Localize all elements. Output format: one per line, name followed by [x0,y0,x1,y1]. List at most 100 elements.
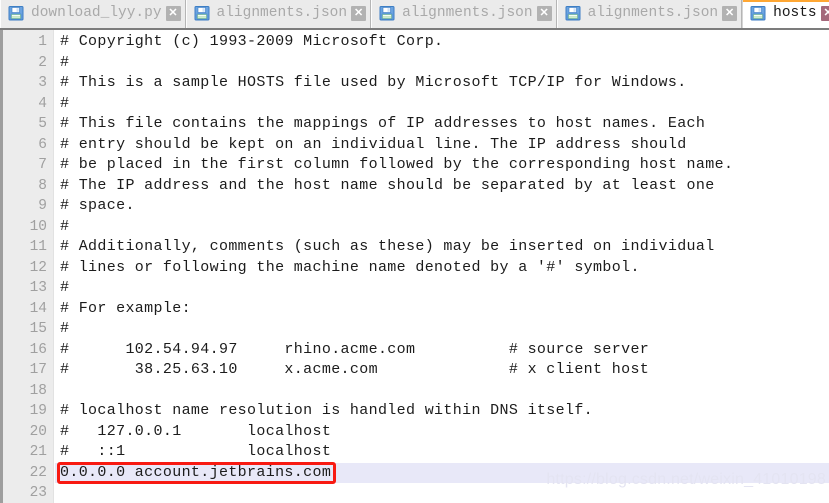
code-line-text: # 38.25.63.10 x.acme.com # x client host [60,361,650,378]
tab-close-icon[interactable]: ✕ [351,5,367,21]
code-line-background: # entry should be kept on an individual … [55,135,829,156]
code-line-background: # The IP address and the host name shoul… [55,176,829,197]
line-number: 12 [29,259,47,276]
code-line-background: # 102.54.94.97 rhino.acme.com # source s… [55,340,829,361]
tab-hosts[interactable]: hosts ✕ [742,0,829,28]
code-line-text: # 127.0.0.1 localhost [60,422,332,440]
code-line[interactable]: 21 # ::1 localhost [3,442,829,463]
tab-label: alignments.json [587,5,719,21]
code-line[interactable]: 18 [3,381,829,402]
tab-close-icon[interactable]: ✕ [722,5,738,21]
code-line-text: # [60,217,70,235]
code-line-text: # This is a sample HOSTS file used by Mi… [60,74,687,91]
code-line-background: # lines or following the machine name de… [55,258,829,279]
tab-close-icon[interactable]: ✕ [820,5,829,21]
code-line-text: # [60,94,70,112]
line-number: 8 [38,177,47,194]
floppy-disk-icon [565,5,581,21]
code-line-background: # Additionally, comments (such as these)… [55,237,829,258]
tab-bar: download_lyy.py ✕ alignments.json ✕ alig… [0,0,829,30]
code-line[interactable]: 10 # [3,217,829,238]
tab-label: download_lyy.py [31,5,162,21]
code-line-text: 0.0.0.0 account.jetbrains.com [60,463,332,481]
code-line-text: # [60,53,70,71]
code-line[interactable]: 12 # lines or following the machine name … [3,258,829,279]
code-line-text: # For example: [60,299,191,317]
code-line[interactable]: 1 # Copyright (c) 1993-2009 Microsoft Cor… [3,32,829,53]
code-content[interactable]: 1 # Copyright (c) 1993-2009 Microsoft Cor… [3,30,829,503]
tab-alignments-json-1[interactable]: alignments.json ✕ [185,0,372,28]
line-number: 9 [38,198,47,214]
editor-window: download_lyy.py ✕ alignments.json ✕ alig… [0,0,829,503]
line-number: 1 [38,34,47,50]
code-line[interactable]: 19 # localhost name resolution is handled… [3,401,829,422]
code-line[interactable]: 5 # This file contains the mappings of IP… [3,114,829,135]
line-number: 7 [38,157,47,173]
code-line[interactable]: 8 # The IP address and the host name shou… [3,176,829,197]
code-line-text: # [60,279,70,296]
code-line[interactable]: 20 # 127.0.0.1 localhost [3,422,829,443]
line-number: 19 [29,403,47,419]
code-line-text: # 102.54.94.97 rhino.acme.com # source s… [60,340,650,358]
tab-close-icon[interactable]: ✕ [536,5,552,21]
line-number: 13 [29,280,47,296]
code-line-text: # space. [60,197,135,214]
code-line-background: # [55,217,829,238]
tab-download-lyy-py[interactable]: download_lyy.py ✕ [0,0,186,28]
line-number: 2 [38,54,47,71]
code-line-background: # 127.0.0.1 localhost [55,422,829,443]
line-number: 16 [29,341,47,358]
code-line[interactable]: 17 # 38.25.63.10 x.acme.com # x client ho… [3,360,829,381]
code-line[interactable]: 13 # [3,278,829,299]
watermark-text: https://blog.csdn.net/weixin_41010198 [546,471,826,488]
code-line-background: # [55,53,829,74]
tab-close-icon[interactable]: ✕ [165,5,181,21]
code-line-text: # ::1 localhost [60,443,332,460]
floppy-disk-icon [750,5,766,21]
code-line[interactable]: 16 # 102.54.94.97 rhino.acme.com # source… [3,340,829,361]
tab-alignments-json-3[interactable]: alignments.json ✕ [556,0,743,28]
tab-alignments-json-2[interactable]: alignments.json ✕ [371,0,557,28]
code-line[interactable]: 11 # Additionally, comments (such as thes… [3,237,829,258]
line-number: 22 [29,464,47,481]
code-line-background: # Copyright (c) 1993-2009 Microsoft Corp… [55,32,829,53]
tab-label: alignments.json [216,5,348,21]
code-line-background: # [55,278,829,299]
code-line-background: # space. [55,196,829,217]
code-line-background: # localhost name resolution is handled w… [55,401,829,422]
code-line-text: # The IP address and the host name shoul… [60,176,715,194]
code-line-text: # localhost name resolution is handled w… [60,402,594,419]
code-line[interactable]: 6 # entry should be kept on an individual… [3,135,829,156]
floppy-disk-icon [8,5,24,21]
line-number: 6 [38,136,47,153]
code-line[interactable]: 3 # This is a sample HOSTS file used by M… [3,73,829,94]
code-line-background: # [55,319,829,340]
code-line-text: # [60,320,70,337]
line-number: 15 [29,321,47,337]
code-line-background [55,381,829,402]
line-number: 5 [38,116,47,132]
code-line-text: # This file contains the mappings of IP … [60,115,706,132]
code-line[interactable]: 7 # be placed in the first column followe… [3,155,829,176]
line-number: 11 [29,239,47,255]
line-number: 20 [29,423,47,440]
code-line[interactable]: 15 # [3,319,829,340]
line-number: 10 [29,218,47,235]
code-line-background: # This is a sample HOSTS file used by Mi… [55,73,829,94]
text-editor-area[interactable]: 1 # Copyright (c) 1993-2009 Microsoft Cor… [0,30,829,503]
code-line-text: # lines or following the machine name de… [60,258,640,276]
line-number: 23 [29,485,47,501]
code-line-text: # be placed in the first column followed… [60,156,734,173]
code-line-background: # For example: [55,299,829,320]
code-line-text: # Additionally, comments (such as these)… [60,238,715,255]
floppy-disk-icon [194,5,210,21]
code-line[interactable]: 9 # space. [3,196,829,217]
line-number: 18 [29,382,47,399]
code-line[interactable]: 4 # [3,94,829,115]
code-line[interactable]: 14 # For example: [3,299,829,320]
code-line-background: # be placed in the first column followed… [55,155,829,176]
code-line[interactable]: 2 # [3,53,829,74]
line-number: 4 [38,95,47,112]
line-number: 14 [29,300,47,317]
tab-label: hosts [773,5,817,21]
